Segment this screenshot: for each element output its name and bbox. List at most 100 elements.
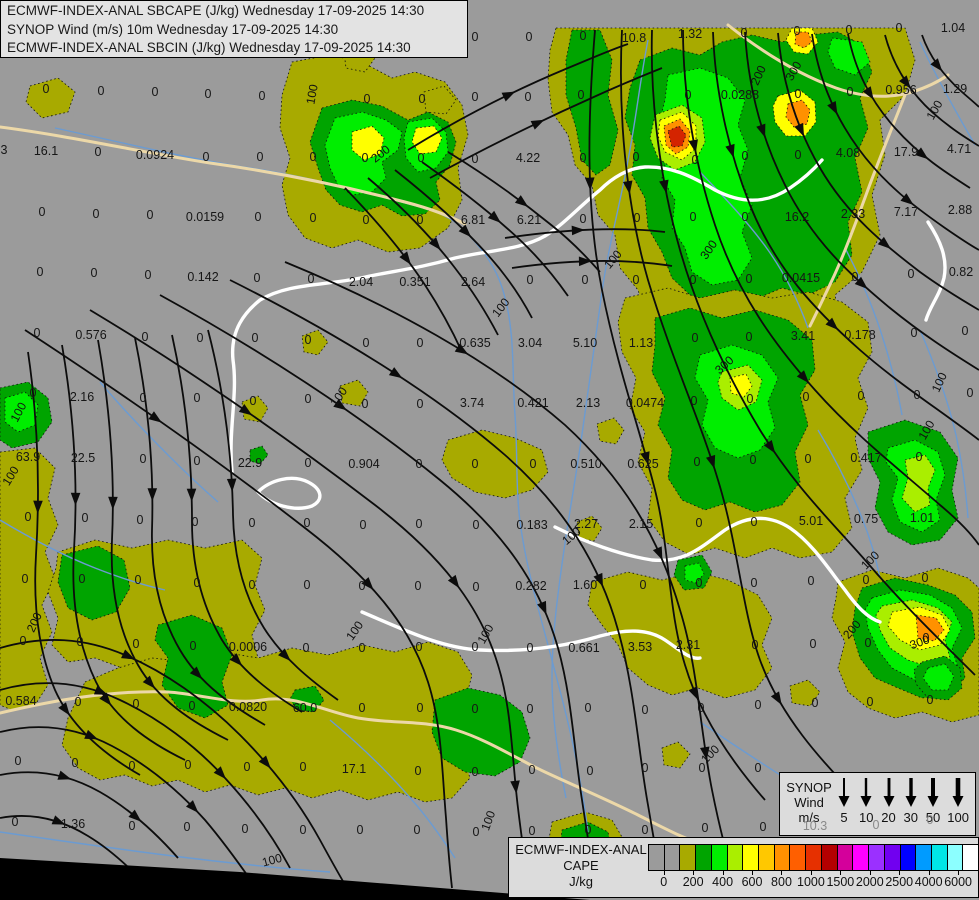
cin-value-label: 0 bbox=[585, 701, 592, 715]
cape-tick-label: 2000 bbox=[856, 875, 884, 889]
cin-value-label: 0.0924 bbox=[136, 148, 174, 162]
cin-value-label: 16.1 bbox=[34, 144, 58, 158]
cin-value-label: 2.15 bbox=[629, 517, 653, 531]
cin-value-label: 0 bbox=[203, 150, 210, 164]
cin-value-label: 0 bbox=[685, 88, 692, 102]
cin-value-label: 0 bbox=[527, 641, 534, 655]
cin-value-label: 0 bbox=[417, 336, 424, 350]
cin-value-label: 0 bbox=[416, 640, 423, 654]
cin-value-label: 0 bbox=[15, 754, 22, 768]
cin-value-label: 17.9 bbox=[894, 145, 918, 159]
cape-color-swatch bbox=[915, 844, 932, 871]
cin-value-label: 0 bbox=[310, 150, 317, 164]
cin-value-label: 0 bbox=[205, 87, 212, 101]
cape-tick-label: 600 bbox=[742, 875, 763, 889]
cin-value-label: 0 bbox=[416, 517, 423, 531]
cape-color-swatch bbox=[758, 844, 775, 871]
cin-value-label: 7.17 bbox=[894, 205, 918, 219]
cin-value-label: 0 bbox=[415, 579, 422, 593]
cin-value-label: 0 bbox=[184, 820, 191, 834]
cin-value-label: 0 bbox=[30, 386, 37, 400]
cin-value-label: 0 bbox=[254, 271, 261, 285]
cin-value-label: 0 bbox=[91, 266, 98, 280]
cin-value-label: 0 bbox=[93, 207, 100, 221]
cin-value-label: 0 bbox=[867, 695, 874, 709]
cin-value-label: 0 bbox=[242, 822, 249, 836]
cin-value-label: 0 bbox=[363, 213, 370, 227]
cin-value-label: 0 bbox=[249, 578, 256, 592]
cin-value-label: 0 bbox=[39, 205, 46, 219]
cin-value-label: 0 bbox=[760, 820, 767, 834]
map-title-box: ECMWF-INDEX-ANAL SBCAPE (J/kg) Wednesday… bbox=[0, 0, 468, 58]
cin-value-label: 2.88 bbox=[948, 203, 972, 217]
cin-value-label: 0 bbox=[147, 208, 154, 222]
cin-value-label: 0.0415 bbox=[782, 271, 820, 285]
cin-value-label: 0 bbox=[865, 636, 872, 650]
cin-value-label: 0 bbox=[472, 765, 479, 779]
cin-value-label: 0 bbox=[152, 85, 159, 99]
cape-color-swatch bbox=[805, 844, 822, 871]
cin-value-label: 0 bbox=[305, 392, 312, 406]
cin-value-label: 0 bbox=[696, 516, 703, 530]
cape-color-swatch bbox=[931, 844, 948, 871]
cin-value-label: 0 bbox=[526, 30, 533, 44]
cin-value-label: 60.0 bbox=[293, 701, 317, 715]
cin-value-label: 0.0159 bbox=[186, 210, 224, 224]
cape-color-swatch bbox=[884, 844, 901, 871]
cape-color-swatch bbox=[742, 844, 759, 871]
cin-value-label: 0 bbox=[578, 88, 585, 102]
cape-tick-label: 2500 bbox=[885, 875, 913, 889]
cin-value-label: 0 bbox=[642, 823, 649, 837]
cin-value-label: 1.60 bbox=[573, 578, 597, 592]
cin-value-label: 2.16 bbox=[70, 390, 94, 404]
cin-value-label: 0 bbox=[751, 576, 758, 590]
wind-legend-labels: SYNOP Wind m/s bbox=[784, 776, 834, 832]
cin-value-label: 0 bbox=[702, 821, 709, 835]
cin-value-label: 0.417 bbox=[850, 451, 881, 465]
cin-value-label: 2.04 bbox=[349, 275, 373, 289]
cin-value-label: 0 bbox=[34, 326, 41, 340]
cin-value-label: 0 bbox=[795, 148, 802, 162]
cape-color-swatch bbox=[727, 844, 744, 871]
cin-value-label: 0 bbox=[752, 638, 759, 652]
cin-value-label: 0 bbox=[140, 391, 147, 405]
cin-value-label: 0 bbox=[98, 84, 105, 98]
cin-value-label: 0.142 bbox=[187, 270, 218, 284]
cape-legend-labels: ECMWF-INDEX-ANAL CAPE J/kg bbox=[515, 842, 647, 890]
cin-value-label: 0 bbox=[194, 454, 201, 468]
wind-speed-entry: 100 bbox=[947, 776, 969, 832]
cin-value-label: 0 bbox=[863, 573, 870, 587]
cape-color-swatch bbox=[868, 844, 885, 871]
cin-value-label: 0.75 bbox=[854, 512, 878, 526]
cape-color-swatch bbox=[947, 844, 964, 871]
cin-value-label: 0 bbox=[72, 756, 79, 770]
cin-value-label: 1.29 bbox=[943, 82, 967, 96]
cin-value-label: 0 bbox=[805, 452, 812, 466]
title-line-sbcape: ECMWF-INDEX-ANAL SBCAPE (J/kg) Wednesday… bbox=[7, 2, 461, 21]
cin-value-label: 0 bbox=[43, 82, 50, 96]
cin-value-label: 0 bbox=[642, 703, 649, 717]
cin-value-label: 6.81 bbox=[461, 213, 485, 227]
cin-value-label: 0 bbox=[197, 331, 204, 345]
cin-value-label: 0.0820 bbox=[229, 700, 267, 714]
down-arrow-icon bbox=[950, 776, 966, 808]
cin-value-label: 0 bbox=[852, 270, 859, 284]
cin-value-label: 0 bbox=[145, 268, 152, 282]
cin-value-label: 0 bbox=[587, 764, 594, 778]
cin-value-label: 0 bbox=[896, 21, 903, 35]
cape-color-swatch bbox=[711, 844, 728, 871]
wind-speed-value: 30 bbox=[904, 810, 918, 825]
cin-value-label: 0 bbox=[135, 573, 142, 587]
cin-value-label: 0 bbox=[580, 212, 587, 226]
cape-color-swatch bbox=[774, 844, 791, 871]
cin-value-label: 0 bbox=[699, 761, 706, 775]
cin-value-label: 0 bbox=[250, 394, 257, 408]
cape-legend: ECMWF-INDEX-ANAL CAPE J/kg 0200400600800… bbox=[508, 837, 979, 898]
cin-value-label: 0 bbox=[803, 390, 810, 404]
cin-value-label: 0 bbox=[750, 453, 757, 467]
cin-value-label: 0 bbox=[472, 702, 479, 716]
cin-value-label: 0 bbox=[858, 389, 865, 403]
cin-value-label: 0 bbox=[300, 823, 307, 837]
cin-value-label: 10.8 bbox=[622, 31, 646, 45]
cin-value-label: 0 bbox=[755, 698, 762, 712]
